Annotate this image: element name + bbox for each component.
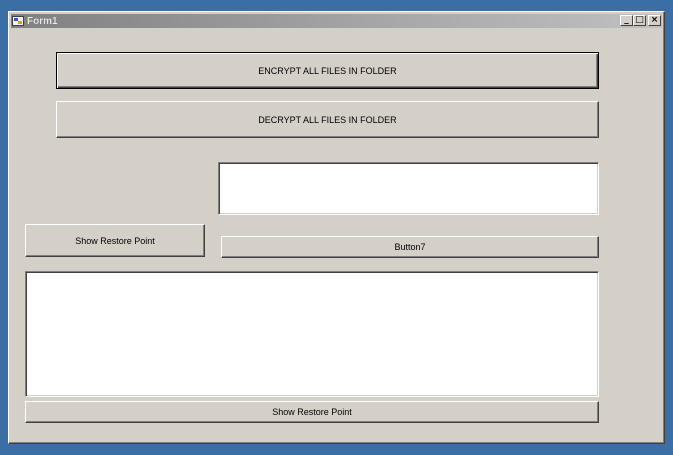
button7[interactable]: Button7	[221, 236, 599, 258]
encrypt-all-files-button[interactable]: ENCRYPT ALL FILES IN FOLDER	[56, 52, 599, 89]
close-button[interactable]: ×	[648, 15, 661, 26]
button7-label: Button7	[394, 242, 426, 252]
decrypt-button-label: DECRYPT ALL FILES IN FOLDER	[258, 114, 397, 125]
show-restore-point-button-left[interactable]: Show Restore Point	[25, 224, 205, 257]
form1-window: Form1 _ □ × ENCRYPT ALL FILES IN FOLDER …	[8, 11, 665, 444]
title-bar[interactable]: Form1 _ □ ×	[11, 14, 662, 28]
minimize-button[interactable]: _	[620, 15, 633, 26]
show-restore-point-label-left: Show Restore Point	[75, 235, 155, 246]
show-restore-point-button-bottom[interactable]: Show Restore Point	[25, 401, 599, 423]
large-textbox[interactable]	[25, 271, 599, 397]
caption-buttons: _ □ ×	[620, 15, 661, 26]
window-title: Form1	[27, 15, 58, 27]
top-textbox[interactable]	[218, 162, 599, 215]
encrypt-button-label: ENCRYPT ALL FILES IN FOLDER	[258, 65, 397, 76]
decrypt-all-files-button[interactable]: DECRYPT ALL FILES IN FOLDER	[56, 101, 599, 138]
show-restore-point-label-bottom: Show Restore Point	[272, 407, 352, 417]
app-icon[interactable]	[12, 16, 24, 26]
maximize-button[interactable]: □	[633, 15, 646, 26]
